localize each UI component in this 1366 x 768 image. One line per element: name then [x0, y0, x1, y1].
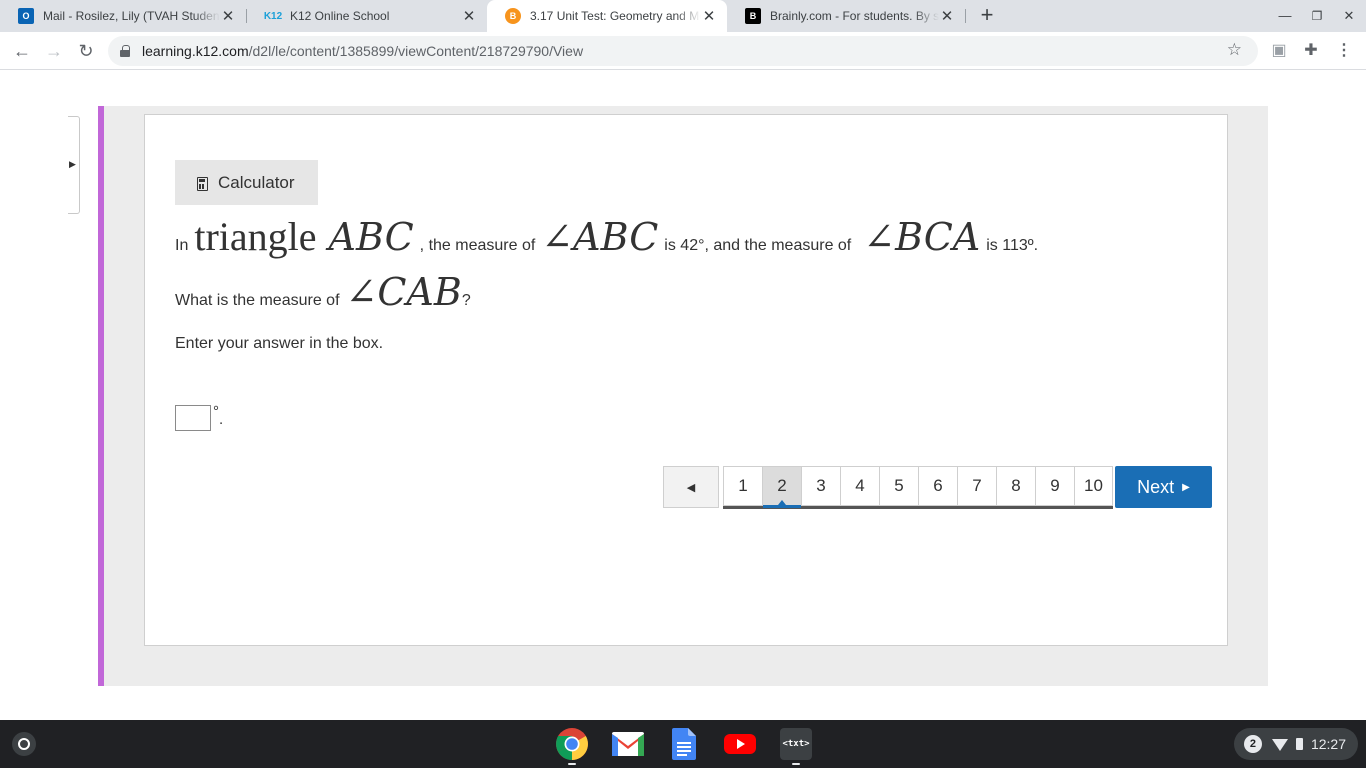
math-triangle: triangle: [194, 214, 317, 259]
caret-left-icon: ◀: [686, 481, 696, 494]
tab-k12[interactable]: K12 K12 Online School ✕: [247, 0, 487, 32]
close-tab-icon[interactable]: ✕: [939, 8, 955, 25]
page-button-7[interactable]: 7: [957, 466, 996, 506]
calculator-button[interactable]: Calculator: [175, 160, 318, 205]
forward-icon[interactable]: →: [43, 40, 65, 62]
lock-icon: [120, 45, 130, 57]
answer-area: ° .: [175, 404, 224, 431]
brightspace-icon: B: [505, 8, 521, 24]
close-tab-icon[interactable]: ✕: [701, 8, 717, 25]
question-pager: 1 2 3 4 5 6 7 8 9 10: [723, 466, 1113, 509]
k12-icon: K12: [263, 10, 283, 22]
url-host: learning.k12.com: [142, 43, 249, 59]
math-angle-bca: BCA: [895, 215, 981, 259]
page-button-4[interactable]: 4: [840, 466, 879, 506]
instruction-text: Enter your answer in the box.: [175, 335, 384, 352]
tab-title: Mail - Rosilez, Lily (TVAH Student): [43, 9, 220, 23]
page-button-2[interactable]: 2: [762, 466, 801, 508]
test-frame: Calculator In triangle ABC , the measure…: [98, 106, 1268, 686]
caret-right-icon: ▶: [1182, 481, 1190, 493]
tab-mail[interactable]: O Mail - Rosilez, Lily (TVAH Student) ✕: [0, 0, 246, 32]
tab-unit-test[interactable]: B 3.17 Unit Test: Geometry and Measureme…: [487, 0, 727, 32]
clock-time: 12:27: [1310, 736, 1346, 752]
question-text: , the measure of: [419, 237, 536, 254]
page-content: ▶ Calculator In triangle ABC , the measu…: [0, 71, 1366, 720]
notification-count-badge: 2: [1243, 735, 1262, 753]
question-text: ?: [461, 292, 471, 309]
youtube-icon[interactable]: [722, 726, 758, 762]
calculator-label: Calculator: [218, 172, 295, 192]
caret-right-icon: ▶: [69, 159, 76, 169]
side-panel-toggle[interactable]: ▶: [68, 116, 80, 214]
question-text: is 113º.: [986, 237, 1039, 254]
next-label: Next: [1137, 476, 1175, 497]
battery-icon: [1295, 738, 1303, 750]
page-button-1[interactable]: 1: [723, 466, 762, 506]
page-button-6[interactable]: 6: [918, 466, 957, 506]
tab-title: Brainly.com - For students. By students.: [770, 9, 939, 23]
launcher-button[interactable]: [12, 732, 36, 756]
docs-icon[interactable]: [666, 726, 702, 762]
restore-icon[interactable]: ❐: [1309, 8, 1325, 24]
tab-title: 3.17 Unit Test: Geometry and Measurement: [530, 9, 701, 23]
previous-question-button[interactable]: ◀: [663, 466, 719, 508]
tab-title: K12 Online School: [290, 9, 390, 23]
next-button[interactable]: Next ▶: [1115, 466, 1212, 508]
text-app-label: <txt>: [780, 728, 812, 760]
question-line-2: What is the measure of ∠ CAB ?: [175, 270, 471, 314]
url-path: /d2l/le/content/1385899/viewContent/2187…: [248, 43, 584, 59]
page-button-9[interactable]: 9: [1035, 466, 1074, 506]
chrome-icon[interactable]: [554, 726, 590, 762]
question-line-1: In triangle ABC , the measure of ∠ ABC i…: [175, 213, 1038, 260]
question-text: is 42°, and the measure of: [664, 237, 852, 254]
period: .: [219, 411, 224, 428]
calculator-icon: [197, 177, 208, 191]
launcher-circle-icon: [18, 738, 30, 750]
math-abc: ABC: [328, 215, 414, 259]
text-editor-icon[interactable]: <txt>: [778, 726, 814, 762]
minimize-icon[interactable]: —: [1277, 8, 1293, 24]
status-tray[interactable]: 2 12:27: [1233, 728, 1358, 760]
angle-symbol: ∠: [345, 270, 378, 314]
extensions-puzzle-icon[interactable]: ✚: [1302, 42, 1320, 60]
gmail-icon[interactable]: [610, 726, 646, 762]
back-icon[interactable]: ←: [11, 40, 33, 62]
bookmark-star-icon[interactable]: ☆: [1227, 40, 1242, 60]
menu-kebab-icon[interactable]: ⋮: [1335, 42, 1353, 60]
new-tab-icon[interactable]: +: [976, 4, 998, 26]
reload-icon[interactable]: ↻: [75, 40, 97, 62]
brainly-icon: B: [745, 8, 761, 24]
page-button-10[interactable]: 10: [1074, 466, 1113, 506]
browser-tab-strip: O Mail - Rosilez, Lily (TVAH Student) ✕ …: [0, 0, 1366, 32]
page-button-3[interactable]: 3: [801, 466, 840, 506]
math-angle-abc: ABC: [573, 215, 659, 259]
wifi-icon: [1271, 739, 1288, 751]
question-text: What is the measure of: [175, 292, 340, 309]
page-button-5[interactable]: 5: [879, 466, 918, 506]
os-shelf: <txt> 2 12:27: [0, 720, 1366, 768]
page-button-8[interactable]: 8: [996, 466, 1035, 506]
angle-symbol: ∠: [863, 215, 896, 259]
close-window-icon[interactable]: ✕: [1341, 8, 1357, 24]
question-text: In: [175, 237, 189, 254]
math-angle-cab: CAB: [377, 270, 462, 314]
extension-icon[interactable]: ▣: [1270, 42, 1288, 60]
answer-input[interactable]: [175, 405, 211, 431]
outlook-icon: O: [18, 8, 34, 24]
running-indicator: [792, 763, 800, 765]
angle-symbol: ∠: [541, 215, 574, 259]
tab-brainly[interactable]: B Brainly.com - For students. By student…: [727, 0, 965, 32]
tab-separator: [965, 9, 966, 23]
address-bar[interactable]: learning.k12.com/d2l/le/content/1385899/…: [108, 36, 1258, 66]
close-tab-icon[interactable]: ✕: [220, 8, 236, 25]
question-card: Calculator In triangle ABC , the measure…: [144, 114, 1228, 646]
browser-toolbar: ← → ↻ learning.k12.com/d2l/le/content/13…: [0, 32, 1366, 70]
close-tab-icon[interactable]: ✕: [461, 8, 477, 25]
running-indicator: [568, 763, 576, 765]
